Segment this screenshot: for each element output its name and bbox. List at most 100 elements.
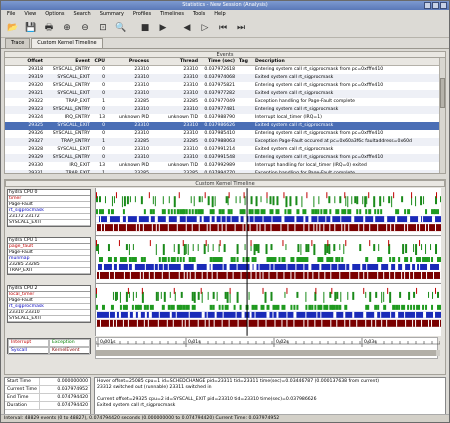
column-header-process[interactable]: Process [107, 58, 151, 65]
menu-item-help[interactable]: Help [214, 10, 225, 19]
back-button[interactable]: ◀ [179, 21, 195, 36]
table-row[interactable]: 29330 IRQ_EXIT 13 unknown PID unknown TID 0.0… [5, 162, 445, 170]
column-header-cpu[interactable]: CPU [92, 58, 107, 65]
syscall-gap [337, 263, 339, 270]
exception-mark [289, 196, 292, 207]
menu-item-view[interactable]: View [24, 10, 36, 19]
column-header-tag[interactable]: Tag [237, 58, 253, 65]
timeline-plot[interactable] [95, 188, 441, 336]
events-scroll-thumb[interactable] [440, 78, 445, 108]
menu-item-summary[interactable]: Summary [100, 10, 124, 19]
minimize-button[interactable] [424, 2, 431, 9]
column-header-offset[interactable]: Offset [5, 58, 45, 65]
table-cell: 23285 [183, 139, 198, 144]
syscall-gap [235, 311, 237, 318]
table-row[interactable]: 29320 SYSCALL_ENTRY 0 23310 23310 0.037975821… [5, 82, 445, 90]
kernel-gap [176, 224, 178, 232]
zoom-fit-button[interactable]: ⊡ [95, 21, 111, 36]
kernel-gap [294, 224, 296, 232]
print-button[interactable]: 🖶 [41, 21, 57, 36]
events-scrollbar[interactable] [439, 58, 445, 173]
exception-mark [157, 291, 159, 301]
process-mark [170, 304, 175, 310]
table-row[interactable]: 29327 TRAP_ENTRY 1 23285 23285 0.037988063 Exc… [5, 138, 445, 146]
process-mark [320, 209, 323, 215]
kernel-gap [394, 271, 396, 279]
table-cell: 0.037994770 [204, 171, 235, 174]
syscall-gap [222, 311, 224, 318]
menu-item-file[interactable]: File [7, 10, 15, 19]
ruler-tick-label: 0.03s [364, 339, 377, 345]
column-header-event[interactable]: Event [45, 58, 92, 65]
table-row[interactable]: 29324 IRQ_ENTRY 13 unknown PID unknown TID 0.… [5, 114, 445, 122]
kernel-gap [421, 319, 423, 327]
close-button[interactable] [440, 2, 447, 9]
find-button[interactable]: 🔍 [113, 21, 129, 36]
exception-mark [236, 291, 239, 303]
table-row[interactable]: 29322 TRAP_EXIT 1 23285 23285 0.037977049 Exce… [5, 98, 445, 106]
last-button[interactable]: ⏭ [233, 21, 249, 36]
forward-icon: ▷ [201, 23, 209, 33]
column-header-time-sec-[interactable]: Time (sec) [200, 58, 237, 65]
syscall-gap [249, 311, 252, 318]
zoom-out-button[interactable]: ⊖ [77, 21, 93, 36]
menu-item-profiles[interactable]: Profiles [133, 10, 151, 19]
table-row[interactable]: 29323 SYSCALL_ENTRY 0 23310 23310 0.037977481… [5, 106, 445, 114]
menu-item-search[interactable]: Search [74, 10, 91, 19]
column-header-description[interactable]: Description [253, 58, 445, 65]
message-line: Exited system call rt_sigprocmask [97, 403, 176, 408]
maximize-button[interactable] [432, 2, 439, 9]
exception-mark [297, 244, 300, 253]
table-cell [237, 146, 253, 154]
time-ruler[interactable]: 0.001s 0.01s 0.02s 0.03s [95, 337, 441, 359]
syscall-gap [303, 216, 306, 223]
table-cell: 23310 [183, 91, 198, 96]
kernel-gap [151, 224, 153, 232]
kernel-gap [290, 271, 292, 279]
table-cell: Entering system call rt_sigprocmask from… [255, 131, 384, 136]
exception-mark [413, 244, 415, 253]
timeline-hscroll-thumb[interactable] [96, 350, 436, 356]
table-row[interactable]: 29325 SYSCALL_EXIT 0 23310 23310 0.037986626 E… [5, 122, 445, 130]
table-row[interactable]: 29318 SYSCALL_ENTRY 0 23310 23310 0.037972618… [5, 66, 445, 74]
exception-mark [193, 291, 196, 303]
interrupt-mark [96, 240, 97, 247]
process-mark [242, 209, 246, 215]
exception-mark [296, 291, 299, 298]
exception-mark [260, 196, 262, 203]
table-row[interactable]: 29328 SYSCALL_EXIT 0 23310 23310 0.037991214 E… [5, 146, 445, 154]
menu-item-timelines[interactable]: Timelines [160, 10, 184, 19]
syscall-gap [154, 216, 158, 223]
exception-mark [323, 291, 325, 303]
menu-item-options[interactable]: Options [45, 10, 64, 19]
table-row[interactable]: 29319 SYSCALL_EXIT 0 23310 23310 0.037974068 E… [5, 74, 445, 82]
tab-custom-kernel-timeline[interactable]: Custom Kernel Timeline [31, 38, 103, 48]
exception-mark [185, 244, 187, 255]
tab-trace[interactable]: Trace [5, 38, 31, 48]
column-header-thread[interactable]: Thread [151, 58, 200, 65]
table-cell: 13 [99, 163, 105, 168]
table-cell: 29320 [28, 83, 43, 88]
time-value: 0.074794420 [39, 402, 90, 409]
menu-item-tools[interactable]: Tools [193, 10, 205, 19]
play-button[interactable]: ▶ [155, 21, 171, 36]
zoom-in-button[interactable]: ⊕ [59, 21, 75, 36]
table-row[interactable]: 29326 SYSCALL_ENTRY 0 23310 23310 0.037985410… [5, 130, 445, 138]
kernel-gap [99, 319, 101, 327]
exception-mark [212, 244, 214, 252]
open-button[interactable]: 📂 [5, 21, 21, 36]
stop-button[interactable]: ■ [137, 21, 153, 36]
first-button[interactable]: ⏮ [215, 21, 231, 36]
table-row[interactable]: 29331 TRAP_EXIT 1 23285 23285 0.037994770 Exce… [5, 170, 445, 174]
exception-mark [125, 244, 128, 251]
table-row[interactable]: 29329 SYSCALL_ENTRY 0 23310 23310 0.037991548… [5, 154, 445, 162]
forward-button[interactable]: ▷ [197, 21, 213, 36]
save-button[interactable]: 💾 [23, 21, 39, 36]
syscall-gap [374, 311, 378, 318]
syscall-gap [269, 263, 271, 270]
kernel-gap [307, 271, 309, 279]
exception-mark [235, 196, 237, 204]
table-row[interactable]: 29321 SYSCALL_EXIT 0 23310 23310 0.037977282 E… [5, 90, 445, 98]
syscall-gap [433, 311, 436, 318]
kernel-gap [228, 319, 230, 327]
